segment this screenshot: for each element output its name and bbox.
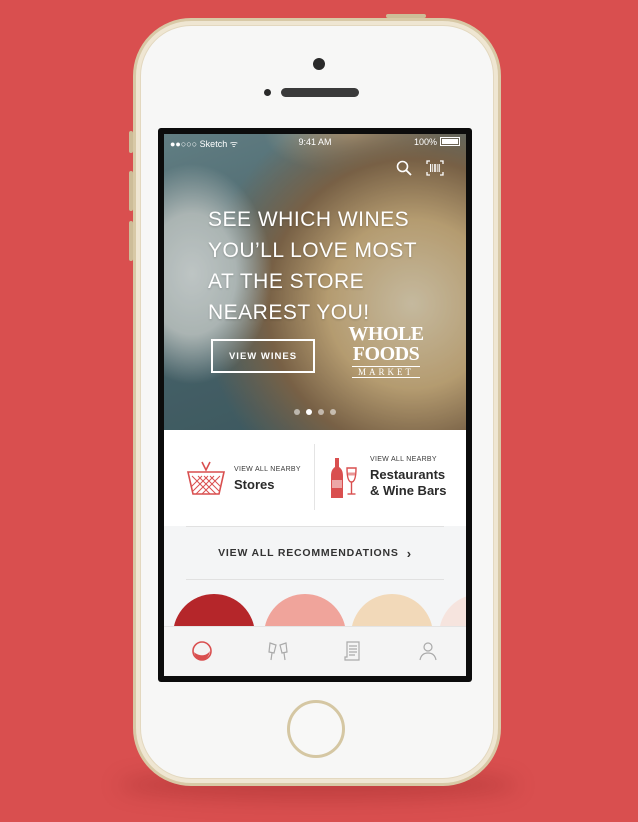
battery-indicator: 100% bbox=[414, 137, 460, 147]
battery-label: 100% bbox=[413, 137, 437, 147]
nearby-restaurants-button[interactable]: VIEW ALL NEARBY Restaurants & Wine Bars bbox=[314, 444, 466, 510]
carrier-label: ●●○○○ Sketch ᯤ bbox=[170, 139, 238, 149]
profile-icon[interactable] bbox=[416, 639, 440, 663]
basket-icon bbox=[186, 461, 226, 495]
phone-screen: ●●○○○ Sketch ᯤ 9:41 AM 100% SEE WHICH WI… bbox=[158, 128, 472, 682]
wine-type-white[interactable] bbox=[351, 594, 433, 628]
nearby-section: VIEW ALL NEARBY Stores VIEW ALL NEARBY R… bbox=[164, 430, 466, 526]
clock-label: 9:41 AM bbox=[298, 137, 332, 147]
logo-line-2: FOODS bbox=[352, 343, 420, 365]
toast-icon[interactable] bbox=[266, 639, 290, 663]
logo-line-3: MARKET bbox=[352, 366, 420, 378]
app-container: ●●○○○ Sketch ᯤ 9:41 AM 100% SEE WHICH WI… bbox=[164, 134, 466, 676]
carousel-dot[interactable] bbox=[294, 409, 300, 415]
wine-type-rose[interactable] bbox=[264, 594, 346, 628]
barcode-scan-icon[interactable] bbox=[426, 160, 444, 176]
logo-line-1: WHOLE bbox=[348, 323, 424, 345]
battery-icon bbox=[440, 137, 460, 146]
carousel-dot[interactable] bbox=[318, 409, 324, 415]
recommendations-label: VIEW ALL RECOMMENDATIONS bbox=[218, 547, 399, 559]
volume-down-button bbox=[129, 221, 133, 261]
carousel-dot-active[interactable] bbox=[306, 409, 312, 415]
search-icon[interactable] bbox=[396, 160, 412, 176]
proximity-sensor bbox=[264, 89, 271, 96]
nearby-stores-button[interactable]: VIEW ALL NEARBY Stores bbox=[164, 430, 314, 526]
stores-caption: VIEW ALL NEARBY bbox=[234, 466, 301, 473]
mute-switch bbox=[129, 131, 133, 153]
hero-headline: SEE WHICH WINES YOU’LL LOVE MOST AT THE … bbox=[208, 208, 418, 324]
chevron-right-icon: › bbox=[406, 545, 412, 561]
carousel-dots[interactable] bbox=[164, 402, 466, 420]
status-bar: ●●○○○ Sketch ᯤ 9:41 AM 100% bbox=[170, 137, 460, 149]
wine-type-red[interactable] bbox=[173, 594, 255, 628]
front-camera bbox=[313, 58, 325, 70]
home-button[interactable] bbox=[287, 700, 345, 758]
whole-foods-logo: WHOLE FOODS MARKET bbox=[344, 324, 428, 378]
glass-icon[interactable] bbox=[190, 639, 214, 663]
tab-bar bbox=[164, 626, 466, 676]
wine-type-blush[interactable] bbox=[439, 594, 466, 628]
volume-up-button bbox=[129, 171, 133, 211]
earpiece-speaker bbox=[281, 88, 359, 97]
restaurants-label: Restaurants & Wine Bars bbox=[370, 467, 447, 498]
power-button bbox=[386, 14, 426, 18]
wine-bottle-glass-icon bbox=[331, 458, 357, 498]
view-wines-button[interactable]: VIEW WINES bbox=[211, 339, 315, 373]
hero-banner[interactable]: ●●○○○ Sketch ᯤ 9:41 AM 100% SEE WHICH WI… bbox=[164, 134, 466, 430]
carousel-dot[interactable] bbox=[330, 409, 336, 415]
restaurants-caption: VIEW ALL NEARBY bbox=[370, 456, 437, 463]
wine-type-carousel[interactable] bbox=[164, 594, 466, 628]
stores-label: Stores bbox=[234, 477, 275, 492]
menu-list-icon[interactable] bbox=[341, 639, 365, 663]
view-all-recommendations-link[interactable]: VIEW ALL RECOMMENDATIONS › bbox=[186, 526, 444, 580]
